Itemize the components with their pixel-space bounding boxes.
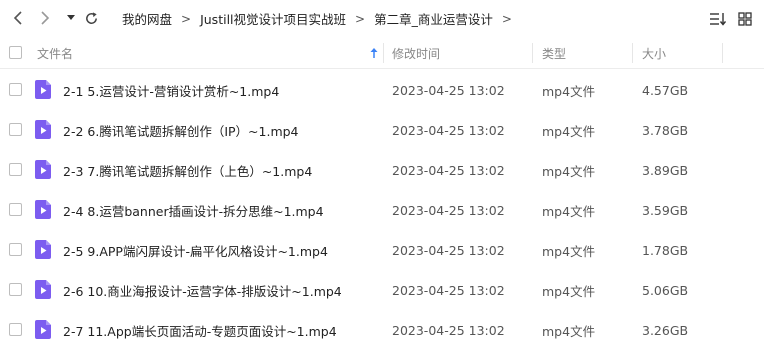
file-name[interactable]: 2-1 5.运营设计-营销设计赏析~1.mp4 — [63, 70, 279, 110]
file-modified-time: 2023-04-25 13:02 — [392, 322, 505, 338]
refresh-button[interactable] — [82, 9, 100, 27]
breadcrumb-separator: > — [501, 11, 512, 26]
file-size: 3.78GB — [642, 122, 689, 138]
breadcrumb-item-chapter[interactable]: 第二章_商业运营设计 — [374, 9, 493, 28]
breadcrumb-item-course[interactable]: Justill视觉设计项目实战班 — [200, 9, 346, 28]
chevron-right-icon — [41, 11, 50, 25]
file-name[interactable]: 2-5 9.APP端闪屏设计-扁平化风格设计~1.mp4 — [63, 230, 328, 270]
file-size: 5.06GB — [642, 282, 689, 298]
video-file-icon — [35, 120, 51, 139]
column-divider[interactable] — [632, 43, 633, 63]
file-modified-time: 2023-04-25 13:02 — [392, 162, 505, 178]
sort-button[interactable] — [708, 10, 726, 28]
file-name[interactable]: 2-2 6.腾讯笔试题拆解创作（IP）~1.mp4 — [63, 110, 299, 150]
file-type: mp4文件 — [542, 243, 596, 259]
file-name[interactable]: 2-7 11.App端长页面活动-专题页面设计~1.mp4 — [63, 310, 337, 350]
file-type: mp4文件 — [542, 323, 596, 339]
file-name[interactable]: 2-4 8.运营banner插画设计-拆分思维~1.mp4 — [63, 190, 324, 230]
grid-view-icon — [738, 12, 752, 26]
row-checkbox[interactable] — [9, 323, 22, 336]
breadcrumb-item-root[interactable]: 我的网盘 — [122, 9, 172, 28]
toolbar: 我的网盘 > Justill视觉设计项目实战班 > 第二章_商业运营设计 > — [0, 0, 764, 37]
column-header-name[interactable]: 文件名 — [37, 37, 73, 69]
caret-down-icon — [67, 15, 75, 20]
column-header-modified[interactable]: 修改时间 — [392, 37, 440, 69]
row-checkbox[interactable] — [9, 203, 22, 216]
file-name[interactable]: 2-3 7.腾讯笔试题拆解创作（上色）~1.mp4 — [63, 150, 312, 190]
file-size: 3.26GB — [642, 322, 689, 338]
file-modified-time: 2023-04-25 13:02 — [392, 242, 505, 258]
select-all-checkbox[interactable] — [9, 46, 22, 59]
column-divider[interactable] — [383, 43, 384, 63]
video-file-icon — [35, 200, 51, 219]
file-type: mp4文件 — [542, 83, 596, 99]
breadcrumb: 我的网盘 > Justill视觉设计项目实战班 > 第二章_商业运营设计 > — [122, 0, 521, 37]
file-modified-time: 2023-04-25 13:02 — [392, 82, 505, 98]
back-button[interactable] — [9, 9, 27, 27]
column-divider[interactable] — [722, 43, 723, 63]
file-size: 4.57GB — [642, 82, 689, 98]
file-row[interactable]: 2-5 9.APP端闪屏设计-扁平化风格设计~1.mp4 2023-04-25 1… — [0, 230, 764, 270]
file-modified-time: 2023-04-25 13:02 — [392, 122, 505, 138]
column-header-type[interactable]: 类型 — [542, 37, 566, 69]
column-header-size[interactable]: 大小 — [642, 37, 666, 69]
video-file-icon — [35, 80, 51, 99]
refresh-icon — [85, 11, 97, 24]
sort-ascending-icon[interactable] — [369, 47, 379, 59]
file-row[interactable]: 2-6 10.商业海报设计-运营字体-排版设计~1.mp4 2023-04-25 … — [0, 270, 764, 310]
row-checkbox[interactable] — [9, 163, 22, 176]
file-size: 1.78GB — [642, 242, 689, 258]
column-divider[interactable] — [532, 43, 533, 63]
history-dropdown[interactable] — [62, 9, 80, 27]
file-type: mp4文件 — [542, 163, 596, 179]
file-list-header: 文件名 修改时间 类型 大小 — [0, 37, 764, 69]
grid-view-button[interactable] — [736, 10, 754, 28]
file-modified-time: 2023-04-25 13:02 — [392, 282, 505, 298]
file-row[interactable]: 2-1 5.运营设计-营销设计赏析~1.mp4 2023-04-25 13:02 m… — [0, 70, 764, 110]
video-file-icon — [35, 160, 51, 179]
row-checkbox[interactable] — [9, 283, 22, 296]
file-type: mp4文件 — [542, 283, 596, 299]
file-row[interactable]: 2-2 6.腾讯笔试题拆解创作（IP）~1.mp4 2023-04-25 13:0… — [0, 110, 764, 150]
file-type: mp4文件 — [542, 123, 596, 139]
breadcrumb-separator: > — [181, 11, 192, 26]
file-row[interactable]: 2-7 11.App端长页面活动-专题页面设计~1.mp4 2023-04-25 … — [0, 310, 764, 350]
file-name[interactable]: 2-6 10.商业海报设计-运营字体-排版设计~1.mp4 — [63, 270, 342, 310]
file-row[interactable]: 2-4 8.运营banner插画设计-拆分思维~1.mp4 2023-04-25 … — [0, 190, 764, 230]
video-file-icon — [35, 240, 51, 259]
chevron-left-icon — [13, 11, 22, 25]
file-type: mp4文件 — [542, 203, 596, 219]
file-modified-time: 2023-04-25 13:02 — [392, 202, 505, 218]
file-row[interactable]: 2-3 7.腾讯笔试题拆解创作（上色）~1.mp4 2023-04-25 13:0… — [0, 150, 764, 190]
sort-list-icon — [709, 13, 726, 26]
video-file-icon — [35, 320, 51, 339]
forward-button[interactable] — [36, 9, 54, 27]
row-checkbox[interactable] — [9, 243, 22, 256]
row-checkbox[interactable] — [9, 83, 22, 96]
file-size: 3.59GB — [642, 202, 689, 218]
video-file-icon — [35, 280, 51, 299]
breadcrumb-separator: > — [355, 11, 366, 26]
file-size: 3.89GB — [642, 162, 689, 178]
row-checkbox[interactable] — [9, 123, 22, 136]
